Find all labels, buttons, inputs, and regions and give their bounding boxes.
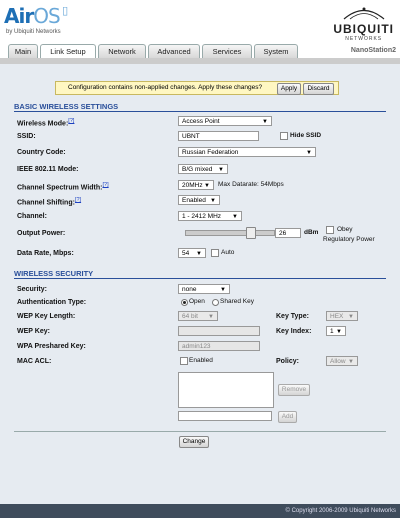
output-power-input[interactable]: 26	[275, 228, 301, 238]
wep-key-length-label: WEP Key Length:	[17, 313, 76, 320]
chevron-down-icon: ▼	[336, 329, 342, 335]
wep-key-input[interactable]	[178, 326, 260, 336]
footer: © Copyright 2006-2009 Ubiquiti Networks	[0, 504, 400, 518]
chevron-down-icon: ▼	[218, 167, 224, 173]
add-mac-button[interactable]: Add	[278, 411, 297, 423]
tab-services[interactable]: Services	[202, 44, 252, 58]
regulatory-power-label: Regulatory Power	[323, 236, 375, 243]
spectrum-width-select[interactable]: 20MHz ▼	[178, 180, 214, 190]
data-rate-select[interactable]: 54 ▼	[178, 248, 206, 258]
chevron-down-icon: ▼	[208, 314, 214, 320]
auth-shared-radio[interactable]	[212, 299, 219, 306]
max-datarate-text: Max Datarate: 54Mbps	[218, 181, 284, 188]
policy-select[interactable]: Allow ▼	[326, 356, 358, 366]
key-index-label: Key Index:	[276, 328, 312, 335]
ssid-input[interactable]: UBNT	[178, 131, 259, 141]
ssid-label: SSID:	[17, 133, 36, 140]
channel-shifting-select[interactable]: Enabled ▼	[178, 195, 220, 205]
dbm-unit: dBm	[304, 229, 319, 236]
tab-link-setup[interactable]: Link Setup	[40, 44, 96, 59]
header: AirOS ▯ by Ubiquiti Networks UBIQUITI NE…	[0, 0, 400, 44]
wpa-preshared-key-input[interactable]: admin123	[178, 341, 260, 351]
tab-bar: Main Link Setup Network Advanced Service…	[0, 44, 400, 59]
wireless-mode-label: Wireless Mode:[?]	[17, 118, 75, 128]
obey-label: Obey	[337, 226, 353, 233]
auto-rate-checkbox[interactable]	[211, 249, 219, 257]
form-divider	[14, 431, 386, 432]
wep-key-label: WEP Key:	[17, 328, 50, 335]
auth-shared-label: Shared Key	[220, 298, 254, 305]
ieee-mode-label: IEEE 802.11 Mode:	[17, 166, 79, 173]
copyright-text: © Copyright 2006-2009 Ubiquiti Networks	[285, 508, 396, 514]
ubiquiti-subword: NETWORKS	[345, 36, 383, 42]
auth-open-radio[interactable]	[181, 299, 188, 306]
policy-label: Policy:	[276, 358, 299, 365]
mac-acl-enabled-label: Enabled	[189, 357, 213, 364]
wireless-mode-select[interactable]: Access Point ▼	[178, 116, 272, 126]
device-name: NanoStation2	[350, 47, 396, 54]
tab-network[interactable]: Network	[98, 44, 146, 58]
ubiquiti-logo: UBIQUITI NETWORKS	[333, 6, 394, 42]
country-code-label: Country Code:	[17, 149, 66, 156]
wpa-preshared-key-label: WPA Preshared Key:	[17, 343, 86, 350]
section-divider	[14, 111, 386, 112]
ieee-mode-select[interactable]: B/G mixed ▼	[178, 164, 228, 174]
chevron-down-icon: ▼	[348, 359, 354, 365]
apply-button[interactable]: Apply	[277, 83, 301, 95]
airos-logo: AirOS ▯	[4, 4, 68, 28]
change-button[interactable]: Change	[179, 436, 209, 448]
key-type-label: Key Type:	[276, 313, 309, 320]
auto-rate-label: Auto	[221, 249, 235, 256]
airos-logo-sub: by Ubiquiti Networks	[6, 29, 61, 35]
output-power-slider-track[interactable]	[185, 230, 275, 236]
notice-text: Configuration contains non-applied chang…	[68, 84, 263, 91]
obey-regulatory-checkbox[interactable]	[326, 226, 334, 234]
remove-mac-button[interactable]: Remove	[278, 384, 310, 396]
channel-select[interactable]: 1 - 2412 MHz ▼	[178, 211, 242, 221]
tab-main[interactable]: Main	[8, 44, 38, 58]
mac-acl-label: MAC ACL:	[17, 358, 52, 365]
wep-key-length-select[interactable]: 64 bit ▼	[178, 311, 218, 321]
channel-shifting-help-link[interactable]: [?]	[75, 197, 81, 203]
output-power-label: Output Power:	[17, 230, 66, 237]
chevron-down-icon: ▼	[204, 183, 210, 189]
chevron-down-icon: ▼	[232, 214, 238, 220]
section-basic-wireless: BASIC WIRELESS SETTINGS	[14, 102, 119, 111]
security-label: Security:	[17, 286, 47, 293]
section-wireless-security: WIRELESS SECURITY	[14, 269, 94, 278]
chevron-down-icon: ▼	[220, 287, 226, 293]
hide-ssid-label: Hide SSID	[290, 132, 322, 139]
chevron-down-icon: ▼	[196, 251, 202, 257]
key-type-select[interactable]: HEX ▼	[326, 311, 358, 321]
ubiquiti-wordmark: UBIQUITI	[333, 22, 394, 36]
hide-ssid-checkbox[interactable]	[280, 132, 288, 140]
channel-shifting-label: Channel Shifting:[?]	[17, 197, 82, 207]
spectrum-width-help-link[interactable]: [?]	[103, 182, 109, 188]
channel-label: Channel:	[17, 213, 47, 220]
wireless-mode-help-link[interactable]: [?]	[68, 118, 74, 124]
discard-button[interactable]: Discard	[303, 83, 334, 95]
tab-system[interactable]: System	[254, 44, 298, 58]
chevron-down-icon: ▼	[348, 314, 354, 320]
chevron-down-icon: ▼	[262, 119, 268, 125]
ubiquiti-mark-icon	[343, 7, 385, 20]
spectrum-width-label: Channel Spectrum Width:[?]	[17, 182, 109, 192]
mac-acl-list[interactable]	[178, 372, 274, 408]
mac-acl-checkbox[interactable]	[180, 357, 188, 365]
chevron-down-icon: ▼	[210, 198, 216, 204]
key-index-select[interactable]: 1 ▼	[326, 326, 346, 336]
country-code-select[interactable]: Russian Federation ▼	[178, 147, 316, 157]
tab-advanced[interactable]: Advanced	[148, 44, 200, 58]
data-rate-label: Data Rate, Mbps:	[17, 250, 74, 257]
auth-type-label: Authentication Type:	[17, 299, 87, 306]
security-select[interactable]: none ▼	[178, 284, 230, 294]
chevron-down-icon: ▼	[306, 150, 312, 156]
output-power-slider-handle[interactable]	[246, 227, 256, 239]
auth-open-label: Open	[189, 298, 205, 305]
mac-address-input[interactable]	[178, 411, 272, 421]
section-divider	[14, 278, 386, 279]
